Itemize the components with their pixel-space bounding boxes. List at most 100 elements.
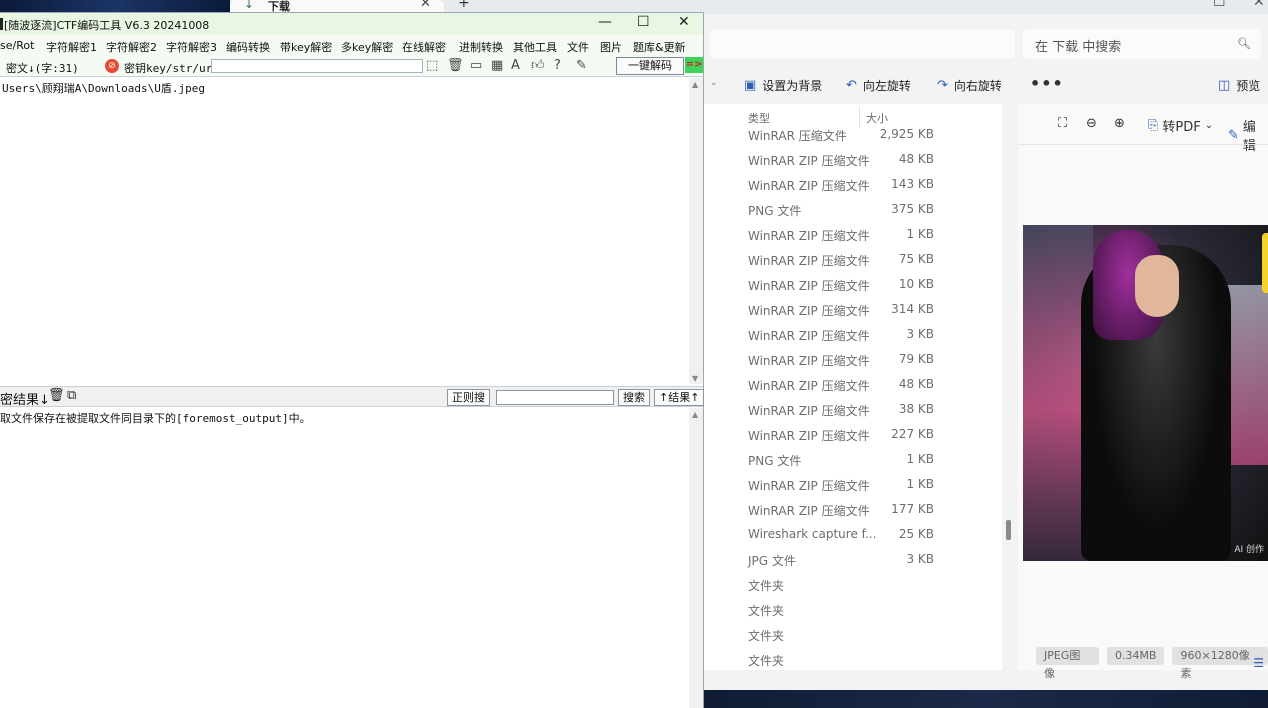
search-button[interactable]: 搜索	[618, 389, 650, 406]
menu-char-decrypt-3[interactable]: 字符解密3	[166, 39, 217, 55]
menu-key-decrypt[interactable]: 带key解密	[280, 39, 332, 55]
file-row[interactable]: WinRAR ZIP 压缩文件 1 KB	[704, 471, 1002, 496]
ctf-menu-bar: se/Rot 字符解密1 字符解密2 字符解密3 编码转换 带key解密 多ke…	[0, 35, 703, 55]
maximize-button[interactable]: ☐	[637, 14, 650, 30]
file-type: WinRAR ZIP 压缩文件	[748, 429, 870, 443]
thumbs-up-icon[interactable]: 👍︎	[531, 58, 545, 73]
key-icon[interactable]: ⊘	[105, 59, 119, 73]
menu-file[interactable]: 文件	[567, 39, 589, 55]
file-row[interactable]: WinRAR 压缩文件 2,925 KB	[704, 121, 1002, 146]
file-row[interactable]: PNG 文件 375 KB	[704, 196, 1002, 221]
file-type: WinRAR ZIP 压缩文件	[748, 254, 870, 268]
more-options-button[interactable]: •••	[1030, 74, 1064, 93]
file-type: WinRAR ZIP 压缩文件	[748, 229, 870, 243]
file-size: 3 KB	[906, 552, 934, 566]
file-type: PNG 文件	[748, 454, 802, 468]
details-view-icon[interactable]: ☰	[1253, 656, 1264, 670]
result-text-area[interactable]: 取文件保存在被提取文件同目录下的[foremost_output]中。	[0, 408, 689, 708]
file-row[interactable]: JPG 文件 3 KB	[704, 546, 1002, 571]
minimize-button[interactable]: —	[598, 14, 612, 30]
file-row[interactable]: WinRAR ZIP 压缩文件 314 KB	[704, 296, 1002, 321]
rotate-right-label: 向右旋转	[953, 79, 1002, 93]
select-cursor-icon[interactable]: ⬚	[426, 58, 438, 73]
table-icon[interactable]: ▦	[491, 58, 503, 73]
edit-button[interactable]: ✎ 编辑	[1228, 116, 1268, 154]
file-row[interactable]: WinRAR ZIP 压缩文件 10 KB	[704, 271, 1002, 296]
file-row[interactable]: PNG 文件 1 KB	[704, 446, 1002, 471]
file-row[interactable]: Wireshark capture f... 25 KB	[704, 521, 1002, 546]
ctf-title-bar[interactable]: [随波逐流]CTF编码工具 V6.3 20241008 — ☐ ✕	[0, 13, 703, 35]
file-row[interactable]: WinRAR ZIP 压缩文件 38 KB	[704, 396, 1002, 421]
file-size: 143 KB	[891, 177, 934, 191]
cipher-text-area[interactable]: Users\顾翔瑞A\Downloads\U盾.jpeg	[0, 78, 689, 384]
file-list-scrollbar[interactable]	[1006, 520, 1011, 540]
menu-char-decrypt-1[interactable]: 字符解密1	[46, 39, 97, 55]
chevron-down-icon[interactable]: ⌄	[710, 78, 718, 88]
trash-icon[interactable]: 🗑︎	[48, 388, 65, 403]
menu-encoding-convert[interactable]: 编码转换	[226, 39, 270, 55]
file-row[interactable]: WinRAR ZIP 压缩文件 3 KB	[704, 321, 1002, 346]
file-size: 1 KB	[906, 227, 934, 241]
file-row[interactable]: 文件夹	[704, 646, 1002, 671]
file-row[interactable]: WinRAR ZIP 压缩文件 48 KB	[704, 371, 1002, 396]
key-input[interactable]	[211, 59, 423, 73]
menu-char-decrypt-2[interactable]: 字符解密2	[106, 39, 157, 55]
file-row[interactable]: WinRAR ZIP 压缩文件 177 KB	[704, 496, 1002, 521]
menu-image[interactable]: 图片	[600, 39, 622, 55]
file-size: 314 KB	[891, 302, 934, 316]
scroll-up-icon[interactable]: ▲	[692, 80, 698, 89]
scroll-down-icon[interactable]: ▼	[692, 374, 698, 383]
fit-screen-icon[interactable]: ⛶	[1058, 116, 1067, 131]
trash-icon[interactable]: 🗑︎	[447, 58, 464, 73]
close-tab-icon[interactable]: ✕	[420, 0, 431, 11]
scroll-up-icon[interactable]: ▲	[692, 410, 698, 419]
file-row[interactable]: 文件夹	[704, 621, 1002, 646]
file-row[interactable]: WinRAR ZIP 压缩文件 143 KB	[704, 171, 1002, 196]
menu-other-tools[interactable]: 其他工具	[513, 39, 557, 55]
menu-base-rot[interactable]: se/Rot	[0, 39, 34, 52]
file-row[interactable]: WinRAR ZIP 压缩文件 79 KB	[704, 346, 1002, 371]
one-click-decode-button[interactable]: 一键解码	[616, 57, 684, 75]
image-info-chips: JPEG图像 0.34MB 960×1280像素	[1036, 647, 1268, 680]
file-row[interactable]: WinRAR ZIP 压缩文件 48 KB	[704, 146, 1002, 171]
cipher-scrollbar[interactable]: ▲ ▼	[689, 78, 703, 384]
rotate-right-button[interactable]: ↷ 向右旋转	[937, 77, 1002, 94]
new-tab-button[interactable]: +	[458, 0, 470, 11]
file-row[interactable]: 文件夹	[704, 571, 1002, 596]
result-search-input[interactable]	[496, 390, 614, 405]
taskbar-strip	[704, 690, 1268, 708]
result-scrollbar[interactable]: ▲	[689, 408, 703, 708]
regex-search-button[interactable]: 正则搜	[447, 389, 490, 406]
copy-icon[interactable]: ⧉	[67, 388, 76, 403]
file-row[interactable]: 文件夹	[704, 596, 1002, 621]
address-bar[interactable]	[710, 30, 1015, 58]
file-row[interactable]: WinRAR ZIP 压缩文件 1 KB	[704, 221, 1002, 246]
font-icon[interactable]: A	[511, 58, 520, 73]
menu-library-update[interactable]: 题库&更新	[633, 39, 686, 55]
explorer-search-box[interactable]: 在 下载 中搜索 🔍︎	[1023, 29, 1261, 59]
result-up-button[interactable]: ↑结果↑	[654, 389, 705, 406]
file-row[interactable]: WinRAR ZIP 压缩文件 75 KB	[704, 246, 1002, 271]
help-icon[interactable]: ?	[554, 58, 561, 73]
file-size: 1 KB	[906, 452, 934, 466]
file-size: 3 KB	[906, 327, 934, 341]
zoom-in-icon[interactable]: ⊕	[1114, 116, 1125, 131]
rotate-left-button[interactable]: ↶ 向左旋转	[846, 77, 911, 94]
file-type: WinRAR ZIP 压缩文件	[748, 179, 870, 193]
go-arrow-button[interactable]: =>	[685, 57, 703, 73]
zoom-out-icon[interactable]: ⊖	[1086, 116, 1097, 131]
file-type: WinRAR ZIP 压缩文件	[748, 379, 870, 393]
file-type: 文件夹	[748, 579, 785, 593]
edit-icon[interactable]: ✎	[576, 58, 587, 73]
close-button[interactable]: ✕	[678, 14, 690, 30]
menu-base-convert[interactable]: 进制转换	[459, 39, 503, 55]
set-background-button[interactable]: ▣ 设置为背景	[744, 77, 822, 94]
to-pdf-button[interactable]: ⎘ 转PDF ⌄	[1148, 116, 1213, 135]
file-row[interactable]: WinRAR ZIP 压缩文件 227 KB	[704, 421, 1002, 446]
window-icon[interactable]: ▭	[470, 58, 482, 73]
menu-online-decrypt[interactable]: 在线解密	[402, 39, 446, 55]
menu-multikey-decrypt[interactable]: 多key解密	[341, 39, 393, 55]
preview-pane-button[interactable]: ◫ 预览	[1218, 77, 1260, 94]
maximize-icon[interactable]: ☐	[1213, 0, 1226, 10]
close-window-icon[interactable]: ✕	[1253, 0, 1265, 10]
